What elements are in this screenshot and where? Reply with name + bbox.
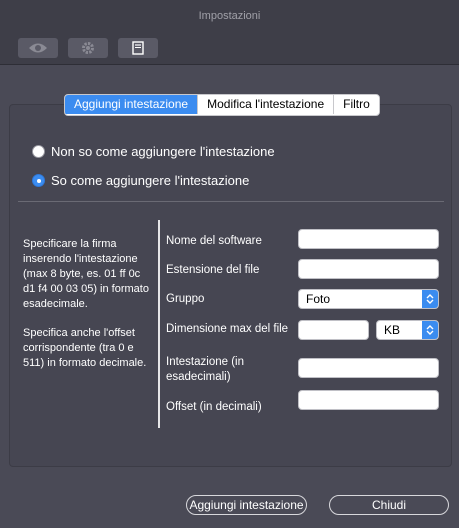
tab-bar: Aggiungi intestazione Modifica l'intesta… xyxy=(64,94,380,116)
title-bar: Impostazioni xyxy=(0,0,459,65)
settings-toolbar-button[interactable] xyxy=(68,38,108,58)
radio-button-checked[interactable] xyxy=(32,174,45,187)
radio-label: So come aggiungere l'intestazione xyxy=(51,173,250,188)
radio-option-unknown[interactable]: Non so come aggiungere l'intestazione xyxy=(32,144,275,159)
tab-filter[interactable]: Filtro xyxy=(333,95,379,114)
radio-option-known[interactable]: So come aggiungere l'intestazione xyxy=(32,173,249,188)
size-unit-select[interactable]: KB xyxy=(376,320,439,340)
offset-field[interactable] xyxy=(298,390,439,410)
gear-icon xyxy=(81,41,95,55)
software-name-label: Nome del software xyxy=(166,235,262,247)
tab-add-header[interactable]: Aggiungi intestazione xyxy=(65,95,198,114)
help-text-offset: Specifica anche l'offset corrispondente … xyxy=(23,327,147,369)
group-label: Gruppo xyxy=(166,293,205,305)
help-text-signature: Specificare la firma inserendo l'intesta… xyxy=(23,238,149,310)
header-hex-label: Intestazione (in esadecimali) xyxy=(166,356,244,383)
eye-icon xyxy=(28,42,48,54)
offset-label: Offset (in decimali) xyxy=(166,401,262,413)
file-extension-field[interactable] xyxy=(298,259,439,279)
tab-edit-header[interactable]: Modifica l'intestazione xyxy=(197,95,334,114)
max-size-field[interactable] xyxy=(298,320,369,340)
preview-toolbar-button[interactable] xyxy=(18,38,58,58)
radio-button[interactable] xyxy=(32,145,45,158)
window-title: Impostazioni xyxy=(198,10,261,22)
chevron-updown-icon xyxy=(422,290,438,308)
vertical-divider xyxy=(158,220,160,428)
add-header-button[interactable]: Aggiungi intestazione xyxy=(186,495,307,515)
file-extension-label: Estensione del file xyxy=(166,264,260,276)
document-icon xyxy=(132,41,144,55)
size-unit-value: KB xyxy=(384,323,401,337)
max-size-label: Dimensione max del file xyxy=(166,323,289,335)
software-name-field[interactable] xyxy=(298,229,439,249)
chevron-updown-icon xyxy=(422,321,438,339)
document-toolbar-button[interactable] xyxy=(118,38,158,58)
header-hex-field[interactable] xyxy=(298,358,439,378)
group-select[interactable]: Foto xyxy=(298,289,439,309)
group-select-value: Foto xyxy=(306,292,331,306)
radio-label: Non so come aggiungere l'intestazione xyxy=(51,144,275,159)
divider xyxy=(18,201,444,202)
close-button[interactable]: Chiudi xyxy=(329,495,449,515)
